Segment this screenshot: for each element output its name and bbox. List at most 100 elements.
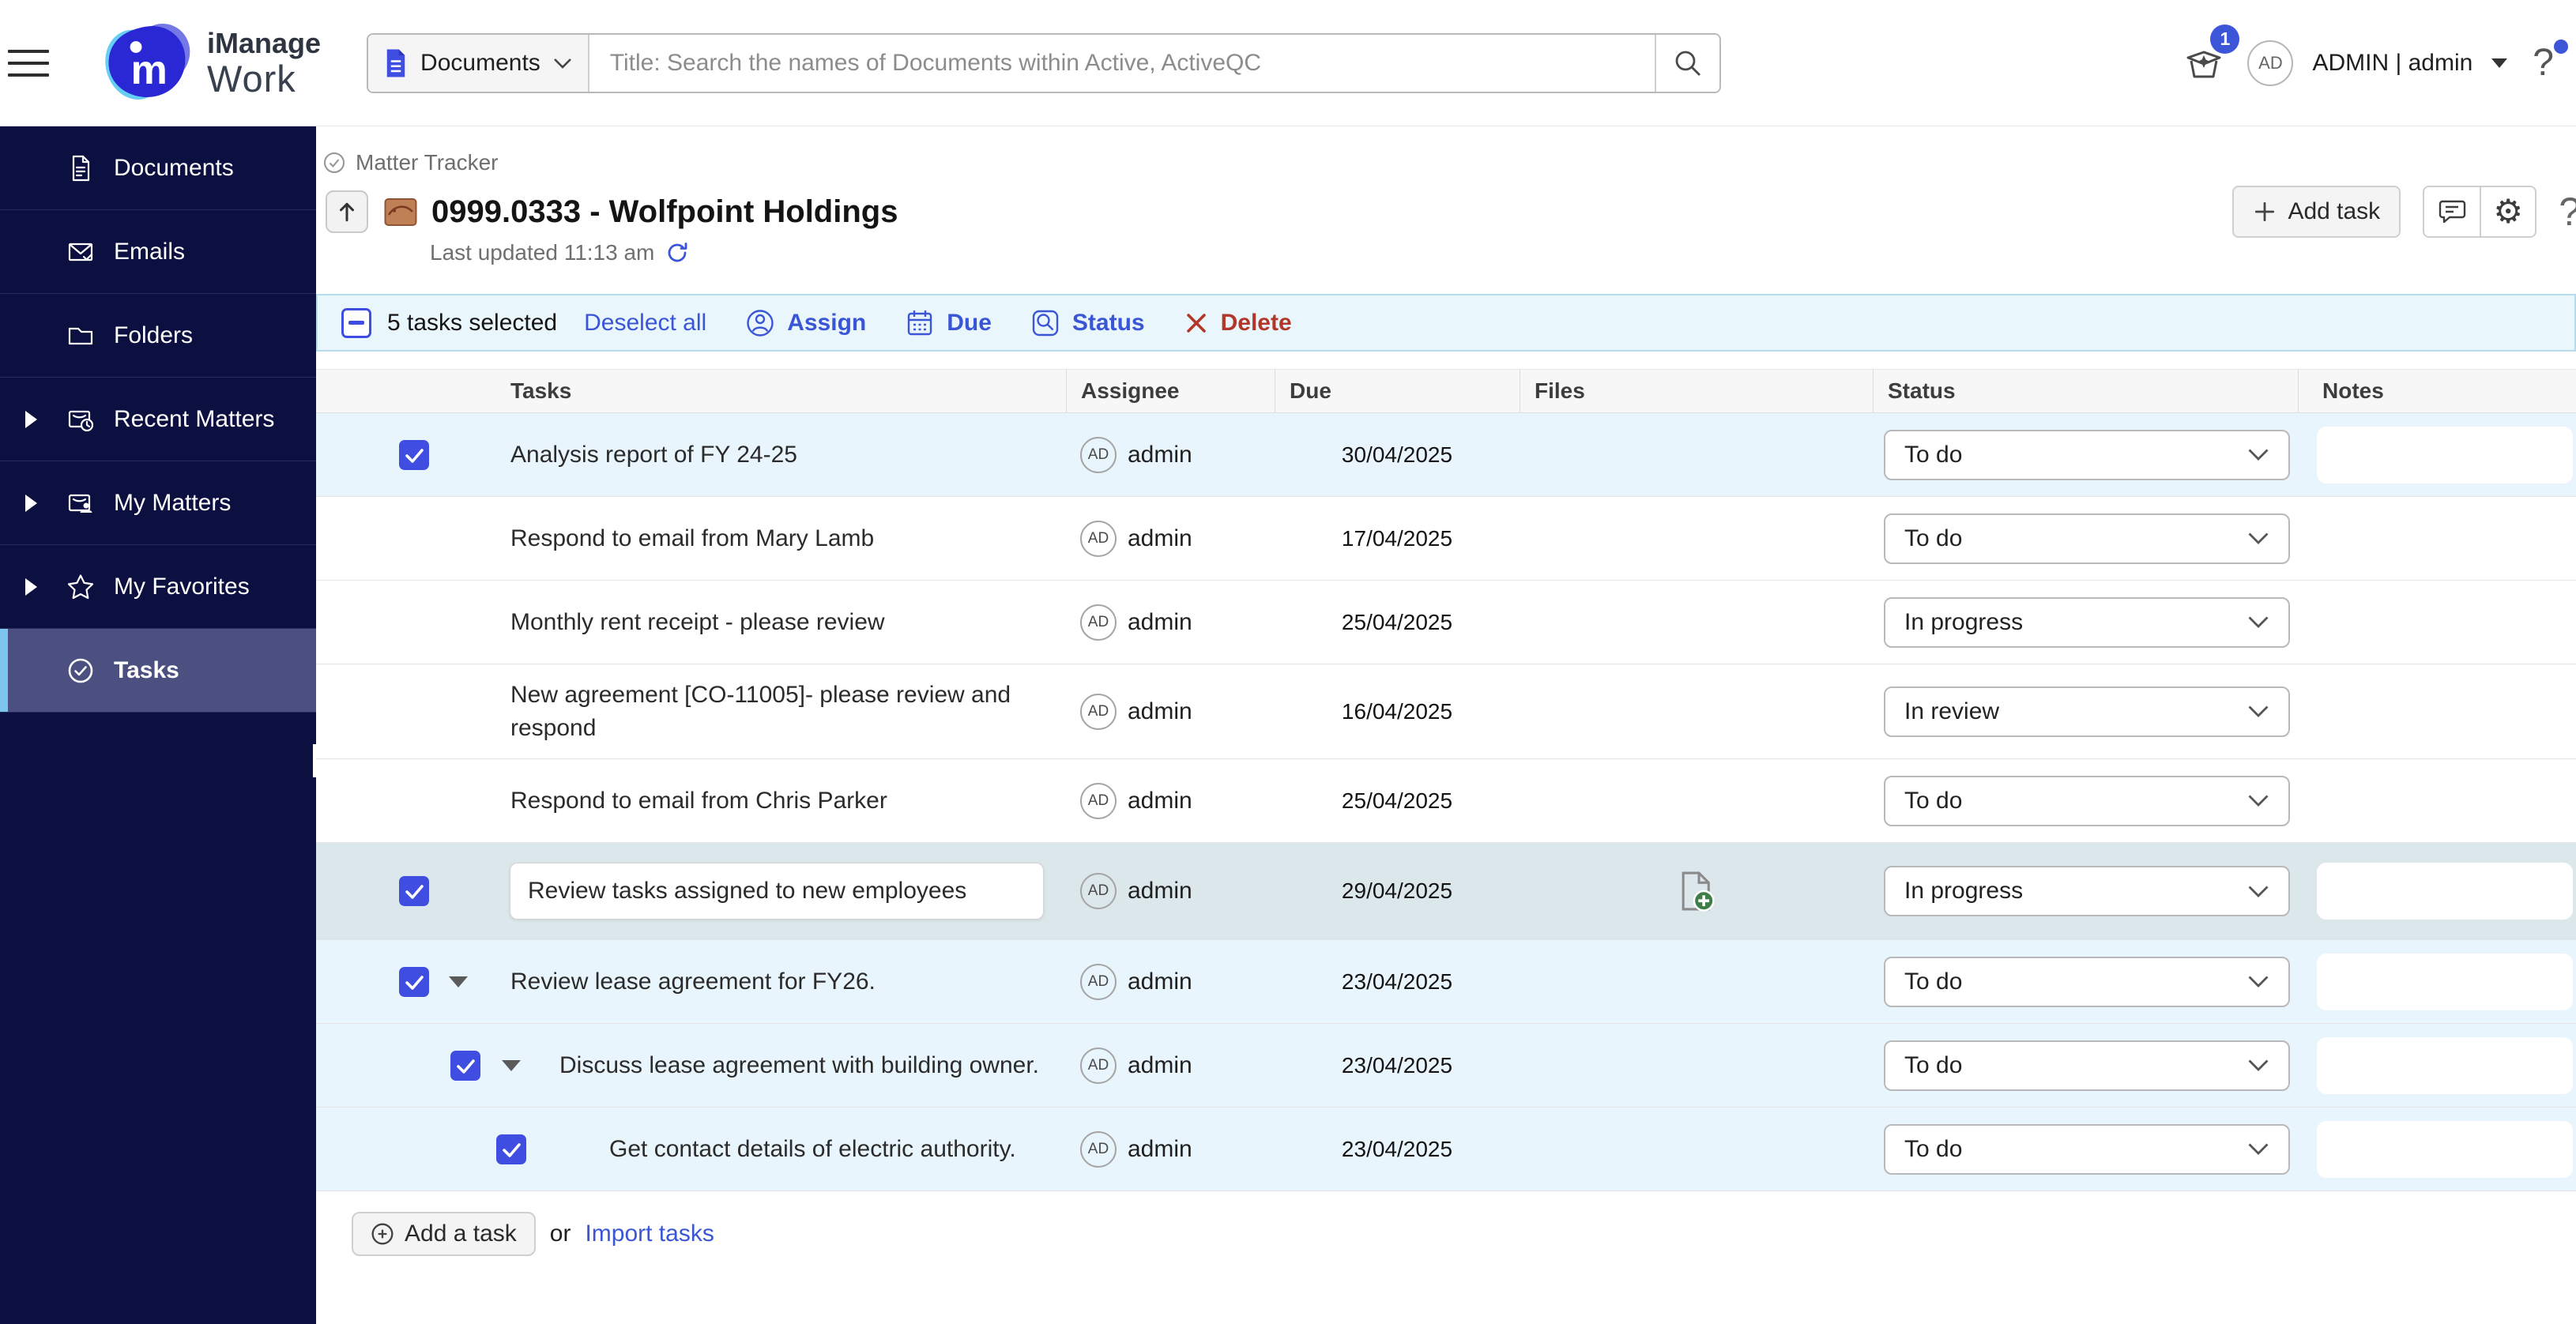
due-date[interactable]: 23/04/2025 [1342, 969, 1452, 995]
user-menu-label[interactable]: ADMIN | admin [2312, 50, 2472, 77]
sidebar-item-tasks[interactable]: Tasks [0, 629, 316, 713]
task-title[interactable]: Analysis report of FY 24-25 [510, 438, 797, 472]
sidebar-item-my-matters[interactable]: My Matters [0, 461, 316, 545]
check-icon [451, 1051, 480, 1080]
task-title[interactable]: Respond to email from Mary Lamb [510, 522, 874, 555]
due-date[interactable]: 29/04/2025 [1342, 878, 1452, 904]
status-dropdown[interactable]: To do [1884, 1040, 2290, 1091]
sidebar-item-label: Tasks [114, 657, 179, 684]
add-file-icon[interactable] [1678, 871, 1715, 912]
column-header-tasks: Tasks [316, 370, 1066, 412]
due-date[interactable]: 30/04/2025 [1342, 442, 1452, 468]
status-value: In review [1904, 698, 1999, 725]
task-title[interactable]: Review lease agreement for FY26. [510, 965, 876, 999]
user-menu-caret-icon[interactable] [2491, 58, 2507, 68]
document-icon [66, 154, 103, 182]
column-header-status: Status [1873, 370, 2298, 412]
chevron-down-icon [2247, 532, 2269, 545]
expand-arrow-icon[interactable] [25, 411, 37, 428]
go-up-button[interactable] [326, 190, 368, 233]
task-title-input[interactable]: Review tasks assigned to new employees [510, 863, 1044, 920]
notes-input[interactable] [2317, 954, 2573, 1010]
comments-button[interactable] [2424, 187, 2480, 236]
user-avatar[interactable]: AD [2247, 40, 2293, 86]
task-checkbox[interactable] [496, 1134, 526, 1164]
search-button[interactable] [1655, 35, 1719, 92]
status-dropdown[interactable]: In progress [1884, 597, 2290, 648]
expand-caret-icon[interactable] [502, 1060, 521, 1071]
sidebar-item-emails[interactable]: Emails [0, 210, 316, 294]
expand-arrow-icon[interactable] [25, 495, 37, 512]
assignee-name: admin [1128, 442, 1192, 468]
notes-input[interactable] [2317, 1121, 2573, 1178]
sidebar-item-recent-matters[interactable]: Recent Matters [0, 378, 316, 461]
table-header: Tasks Assignee Due Files Status Notes [316, 369, 2576, 413]
notes-input[interactable] [2317, 1037, 2573, 1094]
status-value: To do [1904, 442, 1962, 468]
status-dropdown[interactable]: In review [1884, 686, 2290, 737]
sidebar-item-my-favorites[interactable]: My Favorites [0, 545, 316, 629]
select-all-checkbox[interactable] [341, 308, 371, 338]
chevron-down-icon [553, 58, 572, 69]
check-icon [497, 1135, 525, 1164]
whats-new-button[interactable]: 1 [2181, 37, 2228, 88]
check-icon [400, 877, 428, 905]
status-value: In progress [1904, 878, 2023, 905]
due-date[interactable]: 17/04/2025 [1342, 526, 1452, 551]
due-date[interactable]: 25/04/2025 [1342, 610, 1452, 635]
global-search-bar: Documents [367, 33, 1721, 93]
add-a-task-button[interactable]: Add a task [352, 1212, 536, 1256]
hamburger-menu-icon[interactable] [8, 50, 49, 77]
status-dropdown[interactable]: In progress [1884, 866, 2290, 916]
task-title[interactable]: Get contact details of electric authorit… [609, 1133, 1016, 1166]
status-dropdown[interactable]: To do [1884, 957, 2290, 1007]
status-dropdown[interactable]: To do [1884, 513, 2290, 564]
sidebar-item-folders[interactable]: Folders [0, 294, 316, 378]
task-title[interactable]: Discuss lease agreement with building ow… [559, 1049, 1039, 1082]
task-checkbox[interactable] [450, 1051, 480, 1081]
assign-label: Assign [787, 310, 866, 337]
assign-button[interactable]: Assign [744, 307, 866, 339]
delete-button[interactable]: Delete [1183, 310, 1292, 337]
assignee-avatar: AD [1080, 694, 1117, 730]
page-title: 0999.0333 - Wolfpoint Holdings [431, 194, 898, 230]
settings-button[interactable]: ⚙ [2480, 187, 2535, 236]
status-dropdown[interactable]: To do [1884, 430, 2290, 480]
favorites-star-icon [66, 573, 103, 601]
add-task-button[interactable]: Add task [2232, 186, 2401, 238]
search-input[interactable] [589, 35, 1655, 92]
status-dropdown[interactable]: To do [1884, 1124, 2290, 1175]
notes-input[interactable] [2317, 427, 2573, 483]
task-title[interactable]: New agreement [CO-11005]- please review … [510, 679, 1036, 745]
task-title[interactable]: Monthly rent receipt - please review [510, 606, 885, 639]
status-button[interactable]: Status [1030, 307, 1145, 339]
sidebar-item-documents[interactable]: Documents [0, 126, 316, 210]
due-date[interactable]: 16/04/2025 [1342, 699, 1452, 724]
top-right-controls: 1 AD ADMIN | admin ? [2181, 37, 2554, 88]
notes-input[interactable] [2317, 863, 2573, 920]
page-help-button[interactable]: ? [2559, 189, 2576, 235]
expand-arrow-icon[interactable] [25, 578, 37, 596]
task-checkbox[interactable] [399, 440, 429, 470]
due-date[interactable]: 23/04/2025 [1342, 1053, 1452, 1078]
deselect-all-link[interactable]: Deselect all [584, 310, 706, 337]
assignee-avatar: AD [1080, 1131, 1117, 1168]
refresh-icon[interactable] [665, 241, 689, 265]
chevron-down-icon [2247, 975, 2269, 988]
last-updated-text: Last updated 11:13 am [430, 240, 654, 265]
add-task-label: Add task [2288, 198, 2380, 225]
task-checkbox[interactable] [399, 876, 429, 906]
help-button[interactable]: ? [2533, 41, 2554, 85]
task-checkbox[interactable] [399, 967, 429, 997]
sidebar-item-label: My Favorites [114, 574, 250, 600]
product-name: Work [207, 60, 321, 97]
task-title[interactable]: Respond to email from Chris Parker [510, 784, 887, 818]
expand-caret-icon[interactable] [449, 976, 468, 987]
due-date[interactable]: 23/04/2025 [1342, 1137, 1452, 1162]
due-button[interactable]: Due [904, 307, 992, 339]
search-scope-dropdown[interactable]: Documents [368, 35, 589, 92]
status-dropdown[interactable]: To do [1884, 776, 2290, 826]
assign-person-icon [744, 307, 776, 339]
import-tasks-link[interactable]: Import tasks [585, 1221, 714, 1247]
due-date[interactable]: 25/04/2025 [1342, 788, 1452, 814]
